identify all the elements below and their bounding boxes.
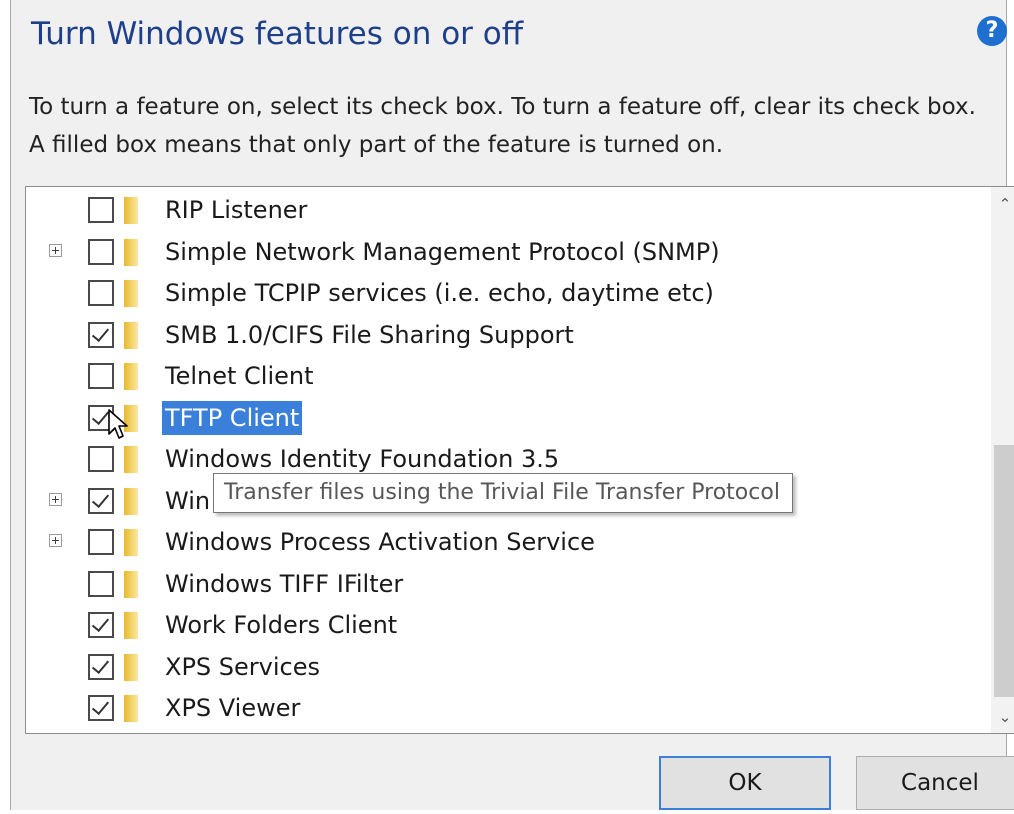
tooltip: Transfer files using the Trivial File Tr… xyxy=(213,473,793,513)
feature-row[interactable]: SMB 1.0/CIFS File Sharing Support xyxy=(26,316,991,354)
feature-label[interactable]: Simple Network Management Protocol (SNMP… xyxy=(162,235,723,269)
dialog-description: To turn a feature on, select its check b… xyxy=(29,94,976,158)
feature-label[interactable]: Work Folders Client xyxy=(162,608,400,642)
cancel-button[interactable]: Cancel xyxy=(856,756,1014,810)
feature-label[interactable]: Windows Identity Foundation 3.5 xyxy=(162,442,562,476)
folder-icon xyxy=(124,695,138,722)
help-icon[interactable]: ? xyxy=(977,16,1007,46)
feature-row[interactable]: Windows TIFF IFilter xyxy=(26,565,991,603)
expand-plus-icon[interactable] xyxy=(49,244,62,257)
feature-row[interactable]: Simple Network Management Protocol (SNMP… xyxy=(26,233,991,271)
feature-label[interactable]: XPS Services xyxy=(162,650,323,684)
feature-label[interactable]: Telnet Client xyxy=(162,359,317,393)
feature-label[interactable]: Simple TCPIP services (i.e. echo, daytim… xyxy=(162,276,717,310)
feature-label[interactable]: SMB 1.0/CIFS File Sharing Support xyxy=(162,318,577,352)
feature-checkbox[interactable] xyxy=(88,239,114,265)
scroll-thumb[interactable] xyxy=(994,445,1014,697)
feature-list[interactable]: ⌃ ⌄ RIP Listener Simple Network Managemen… xyxy=(25,186,1014,734)
feature-checkbox[interactable] xyxy=(88,405,114,431)
folder-icon xyxy=(124,529,138,556)
folder-icon xyxy=(124,405,138,432)
feature-checkbox[interactable] xyxy=(88,612,114,638)
feature-checkbox[interactable] xyxy=(88,280,114,306)
folder-icon xyxy=(124,612,138,639)
expand-plus-icon[interactable] xyxy=(49,534,62,547)
feature-row[interactable]: Windows Process Activation Service xyxy=(26,523,991,561)
feature-checkbox[interactable] xyxy=(88,571,114,597)
feature-label[interactable]: Windows TIFF IFilter xyxy=(162,567,406,601)
folder-icon xyxy=(124,322,138,349)
feature-row[interactable]: XPS Services xyxy=(26,648,991,686)
feature-row[interactable]: RIP Listener xyxy=(26,191,991,229)
folder-icon xyxy=(124,571,138,598)
feature-label[interactable]: TFTP Client xyxy=(162,401,303,435)
feature-label[interactable]: RIP Listener xyxy=(162,193,310,227)
feature-checkbox[interactable] xyxy=(88,695,114,721)
folder-icon xyxy=(124,654,138,681)
expand-plus-icon[interactable] xyxy=(49,493,62,506)
dialog-title: Turn Windows features on or off xyxy=(31,16,524,52)
feature-checkbox[interactable] xyxy=(88,488,114,514)
folder-icon xyxy=(124,363,138,390)
scroll-up-icon[interactable]: ⌃ xyxy=(991,187,1014,217)
feature-row[interactable]: TFTP Client xyxy=(26,399,991,437)
feature-checkbox[interactable] xyxy=(88,197,114,223)
folder-icon xyxy=(124,446,138,473)
windows-features-dialog: Turn Windows features on or off ? To tur… xyxy=(10,0,1014,810)
feature-label[interactable]: XPS Viewer xyxy=(162,691,303,725)
feature-row[interactable]: Telnet Client xyxy=(26,357,991,395)
folder-icon xyxy=(124,280,138,307)
feature-checkbox[interactable] xyxy=(88,363,114,389)
feature-row[interactable]: Simple TCPIP services (i.e. echo, daytim… xyxy=(26,274,991,312)
folder-icon xyxy=(124,488,138,515)
feature-row[interactable]: XPS Viewer xyxy=(26,689,991,727)
feature-checkbox[interactable] xyxy=(88,529,114,555)
feature-label[interactable]: Win xyxy=(162,484,213,518)
feature-checkbox[interactable] xyxy=(88,446,114,472)
feature-row[interactable]: Work Folders Client xyxy=(26,606,991,644)
feature-checkbox[interactable] xyxy=(88,322,114,348)
folder-icon xyxy=(124,197,138,224)
ok-button[interactable]: OK xyxy=(659,756,831,810)
feature-label[interactable]: Windows Process Activation Service xyxy=(162,525,598,559)
folder-icon xyxy=(124,239,138,266)
vertical-scrollbar[interactable]: ⌃ ⌄ xyxy=(991,187,1014,733)
scroll-down-icon[interactable]: ⌄ xyxy=(991,703,1014,733)
feature-checkbox[interactable] xyxy=(88,654,114,680)
